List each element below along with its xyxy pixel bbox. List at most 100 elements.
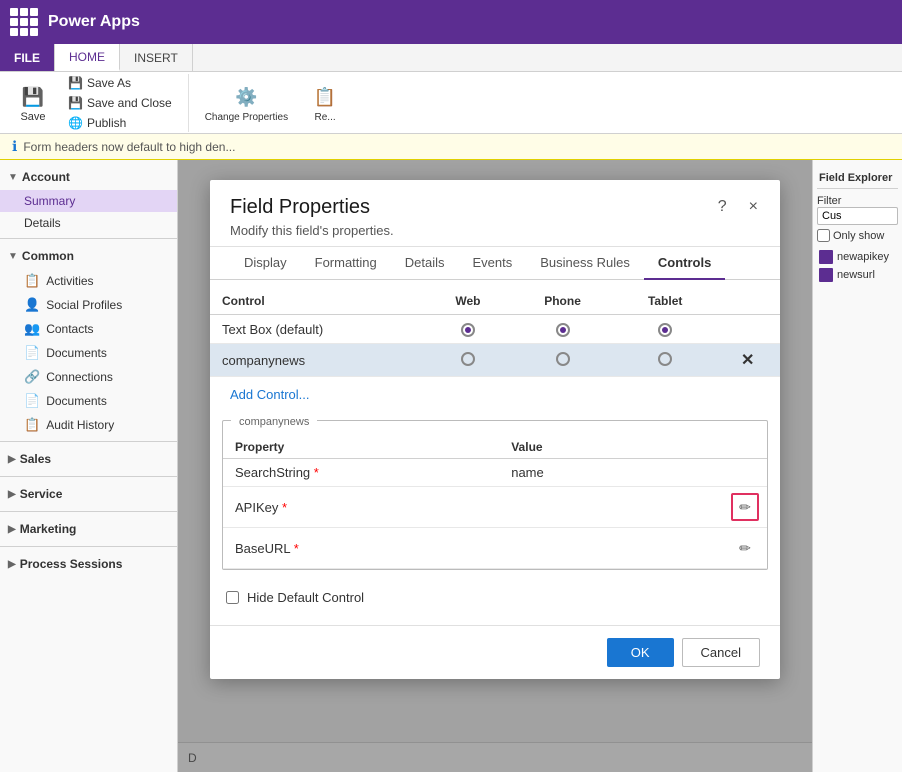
tab-home[interactable]: HOME — [55, 44, 120, 71]
publish-button[interactable]: 🌐 Publish — [62, 114, 178, 132]
sidebar-item-summary[interactable]: Summary — [0, 190, 177, 212]
sidebar-item-activities[interactable]: 📋 Activities — [0, 269, 177, 293]
chevron-down-icon: ▼ — [8, 172, 18, 183]
tab-file[interactable]: FILE — [0, 44, 55, 71]
social-icon: 👤 — [24, 297, 40, 313]
save-group: 💾 Save As 💾 Save and Close 🌐 Publish — [62, 74, 189, 132]
prop-searchstring-action — [644, 459, 767, 487]
radio-web-checked[interactable] — [461, 323, 475, 337]
sidebar-item-connections[interactable]: 🔗 Connections — [0, 365, 177, 389]
sidebar-section-process-sessions: ▶ Process Sessions — [0, 551, 177, 577]
delete-cell[interactable]: ✕ — [716, 344, 780, 377]
modal-title: Field Properties — [230, 196, 700, 219]
sidebar-header-process[interactable]: ▶ Process Sessions — [0, 551, 177, 577]
tab-details[interactable]: Details — [391, 247, 459, 280]
only-show-checkbox[interactable] — [817, 229, 830, 242]
sidebar-header-marketing[interactable]: ▶ Marketing — [0, 516, 177, 542]
chevron-right-icon-2: ▶ — [8, 489, 16, 500]
hide-default-label: Hide Default Control — [247, 590, 364, 605]
edit-apikey-button[interactable]: ✏ — [731, 493, 759, 521]
apps-icon[interactable] — [10, 8, 38, 36]
col-web: Web — [426, 288, 511, 315]
edit-baseurl-button[interactable]: ✏ — [731, 534, 759, 562]
sidebar-section-common: ▼ Common 📋 Activities 👤 Social Profiles … — [0, 243, 177, 437]
delete-control-button[interactable]: ✕ — [741, 352, 754, 369]
modal-overlay: Field Properties Modify this field's pro… — [178, 160, 812, 772]
filter-label: Filter — [817, 195, 898, 225]
field-properties-modal: Field Properties Modify this field's pro… — [210, 180, 780, 679]
tab-controls[interactable]: Controls — [644, 247, 725, 280]
sidebar-header-common[interactable]: ▼ Common — [0, 243, 177, 269]
tab-insert[interactable]: INSERT — [120, 44, 193, 71]
prop-col-action — [644, 436, 767, 459]
tab-business-rules[interactable]: Business Rules — [526, 247, 644, 280]
table-row: BaseURL * ✏ — [223, 528, 767, 569]
hide-default-row: Hide Default Control — [210, 578, 780, 617]
sidebar-header-service[interactable]: ▶ Service — [0, 481, 177, 507]
phone-radio-textbox[interactable] — [510, 315, 615, 344]
properties-section-title: companynews — [231, 416, 317, 428]
prop-apikey-value — [499, 487, 644, 528]
phone-radio-company[interactable] — [510, 344, 615, 377]
modal-footer: OK Cancel — [210, 625, 780, 679]
chevron-right-icon-3: ▶ — [8, 524, 16, 535]
prop-col-value: Value — [499, 436, 644, 459]
change-properties-button[interactable]: ⚙️ Change Properties — [197, 80, 296, 127]
tablet-radio-company[interactable] — [615, 344, 716, 377]
control-name-companynews: companynews — [210, 344, 426, 377]
activities-icon: 📋 — [24, 273, 40, 289]
sidebar-item-documents1[interactable]: 📄 Documents — [0, 341, 177, 365]
sidebar-header-sales[interactable]: ▶ Sales — [0, 446, 177, 472]
required-star-3: * — [294, 541, 299, 556]
hide-default-checkbox[interactable] — [226, 591, 239, 604]
add-control-link[interactable]: Add Control... — [218, 381, 322, 408]
web-radio-textbox[interactable] — [426, 315, 511, 344]
prop-apikey-action[interactable]: ✏ — [644, 487, 767, 528]
modal-header: Field Properties Modify this field's pro… — [210, 180, 780, 247]
web-radio-company[interactable] — [426, 344, 511, 377]
close-button[interactable]: × — [743, 196, 764, 218]
save-icon: 💾 — [19, 83, 47, 111]
tab-display[interactable]: Display — [230, 247, 301, 280]
field-icon-1 — [819, 250, 833, 264]
content-area: Field Properties Modify this field's pro… — [178, 160, 812, 772]
tablet-radio-textbox[interactable] — [615, 315, 716, 344]
ok-button[interactable]: OK — [607, 638, 674, 667]
save-as-button[interactable]: 💾 Save As — [62, 74, 178, 92]
radio-web-empty[interactable] — [461, 352, 475, 366]
sidebar-item-documents2[interactable]: 📄 Documents — [0, 389, 177, 413]
properties-table: Property Value SearchString * name — [223, 436, 767, 569]
app-title: Power Apps — [48, 13, 140, 31]
sidebar-section-service: ▶ Service — [0, 481, 177, 507]
sidebar-item-contacts[interactable]: 👥 Contacts — [0, 317, 177, 341]
prop-apikey-label: APIKey * — [223, 487, 499, 528]
radio-phone-empty[interactable] — [556, 352, 570, 366]
radio-tablet-checked[interactable] — [658, 323, 672, 337]
save-close-icon: 💾 — [68, 96, 83, 110]
tab-events[interactable]: Events — [459, 247, 527, 280]
help-button[interactable]: ? — [712, 196, 733, 218]
chevron-right-icon-4: ▶ — [8, 559, 16, 570]
sidebar-item-details[interactable]: Details — [0, 212, 177, 234]
another-ribbon-btn[interactable]: 📋 Re... — [300, 80, 350, 127]
field-item-newapikey[interactable]: newapikey — [817, 248, 898, 266]
sidebar-header-account[interactable]: ▼ Account — [0, 164, 177, 190]
chevron-down-icon: ▼ — [8, 251, 18, 262]
table-row: companynews — [210, 344, 780, 377]
cancel-button[interactable]: Cancel — [682, 638, 760, 667]
radio-phone-checked[interactable] — [556, 323, 570, 337]
sidebar-item-audit-history[interactable]: 📋 Audit History — [0, 413, 177, 437]
properties-section: companynews Property Value — [222, 420, 768, 570]
prop-baseurl-action[interactable]: ✏ — [644, 528, 767, 569]
main-layout: ▼ Account Summary Details ▼ Common 📋 Act… — [0, 160, 902, 772]
save-and-close-button[interactable]: 💾 Save and Close — [62, 94, 178, 112]
field-item-newsurl[interactable]: newsurl — [817, 266, 898, 284]
tab-formatting[interactable]: Formatting — [301, 247, 391, 280]
modal-tabs: Display Formatting Details Events Busine… — [210, 247, 780, 280]
col-action — [716, 288, 780, 315]
filter-input[interactable] — [817, 207, 898, 225]
required-star: * — [314, 465, 319, 480]
sidebar-item-social-profiles[interactable]: 👤 Social Profiles — [0, 293, 177, 317]
radio-tablet-empty[interactable] — [658, 352, 672, 366]
save-button[interactable]: 💾 Save — [8, 79, 58, 127]
